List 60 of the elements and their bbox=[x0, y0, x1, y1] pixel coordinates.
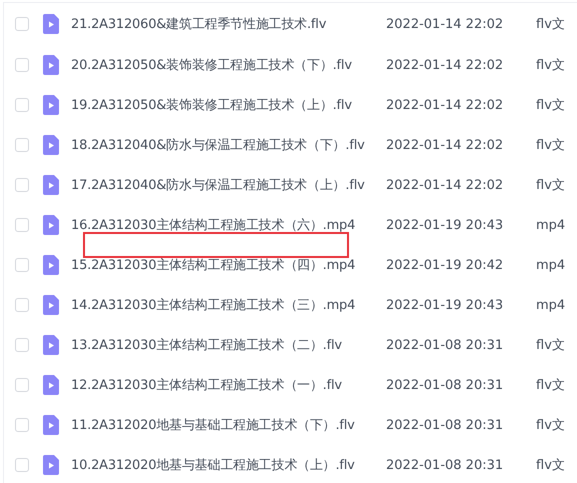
file-type: flv文 bbox=[536, 177, 565, 194]
file-name[interactable]: 18.2A312040&防水与保温工程施工技术（下）.flv bbox=[71, 136, 386, 154]
file-name[interactable]: 21.2A312060&建筑工程季节性施工技术.flv bbox=[71, 15, 386, 33]
checkbox[interactable] bbox=[15, 98, 29, 112]
file-name[interactable]: 17.2A312040&防水与保温工程施工技术（上）.flv bbox=[71, 176, 386, 194]
checkbox[interactable] bbox=[15, 178, 29, 192]
checkbox[interactable] bbox=[15, 418, 29, 432]
modified-date: 2022-01-14 22:02 bbox=[386, 16, 504, 32]
file-name[interactable]: 10.2A312020地基与基础工程施工技术（上）.flv bbox=[71, 456, 386, 474]
file-name[interactable]: 19.2A312050&装饰装修工程施工技术（上）.flv bbox=[71, 96, 386, 114]
file-type: mp4 bbox=[536, 298, 566, 312]
modified-date: 2022-01-08 20:31 bbox=[386, 418, 504, 432]
modified-date: 2022-01-14 22:02 bbox=[386, 98, 504, 112]
video-file-icon bbox=[43, 335, 59, 355]
checkbox[interactable] bbox=[15, 218, 29, 232]
video-file-icon bbox=[43, 175, 59, 195]
file-type: flv文 bbox=[536, 137, 565, 154]
file-name[interactable]: 16.2A312030主体结构工程施工技术（六）.mp4 bbox=[71, 216, 386, 234]
file-type: flv文 bbox=[536, 97, 565, 114]
checkbox[interactable] bbox=[15, 58, 29, 72]
file-name[interactable]: 15.2A312030主体结构工程施工技术（四）.mp4 bbox=[71, 256, 386, 274]
video-file-icon bbox=[43, 14, 59, 34]
modified-date: 2022-01-08 20:31 bbox=[386, 378, 504, 392]
file-type: mp4 bbox=[536, 258, 566, 272]
file-type: flv文 bbox=[536, 337, 565, 354]
file-name[interactable]: 20.2A312050&装饰装修工程施工技术（下）.flv bbox=[71, 56, 386, 74]
modified-date: 2022-01-08 20:31 bbox=[386, 458, 504, 472]
file-type: flv文 bbox=[536, 377, 565, 394]
modified-date: 2022-01-14 22:02 bbox=[386, 178, 504, 192]
file-type: flv文 bbox=[536, 16, 565, 33]
video-file-icon bbox=[43, 295, 59, 315]
modified-date: 2022-01-14 22:02 bbox=[386, 138, 504, 152]
file-name[interactable]: 11.2A312020地基与基础工程施工技术（下）.flv bbox=[71, 416, 386, 434]
checkbox[interactable] bbox=[15, 138, 29, 152]
file-type: mp4 bbox=[536, 218, 566, 232]
video-file-icon bbox=[43, 135, 59, 155]
modified-date: 2022-01-19 20:42 bbox=[386, 258, 504, 272]
checkbox[interactable] bbox=[15, 378, 29, 392]
video-file-icon bbox=[43, 55, 59, 75]
video-file-icon bbox=[43, 215, 59, 235]
checkbox[interactable] bbox=[15, 17, 29, 31]
modified-date: 2022-01-14 22:02 bbox=[386, 58, 504, 72]
checkbox[interactable] bbox=[15, 298, 29, 312]
video-file-icon bbox=[43, 255, 59, 275]
modified-date: 2022-01-19 20:43 bbox=[386, 298, 504, 312]
checkbox[interactable] bbox=[15, 458, 29, 472]
file-type: flv文 bbox=[536, 457, 565, 474]
video-file-icon bbox=[43, 455, 59, 475]
video-file-icon bbox=[43, 375, 59, 395]
file-type: flv文 bbox=[536, 417, 565, 434]
file-name[interactable]: 13.2A312030主体结构工程施工技术（二）.flv bbox=[71, 336, 386, 354]
file-name[interactable]: 14.2A312030主体结构工程施工技术（三）.mp4 bbox=[71, 296, 386, 314]
modified-date: 2022-01-19 20:43 bbox=[386, 218, 504, 232]
file-type: flv文 bbox=[536, 57, 565, 74]
checkbox[interactable] bbox=[15, 338, 29, 352]
video-file-icon bbox=[43, 95, 59, 115]
checkbox[interactable] bbox=[15, 258, 29, 272]
modified-date: 2022-01-08 20:31 bbox=[386, 338, 504, 352]
video-file-icon bbox=[43, 415, 59, 435]
file-name[interactable]: 12.2A312030主体结构工程施工技术（一）.flv bbox=[71, 376, 386, 394]
